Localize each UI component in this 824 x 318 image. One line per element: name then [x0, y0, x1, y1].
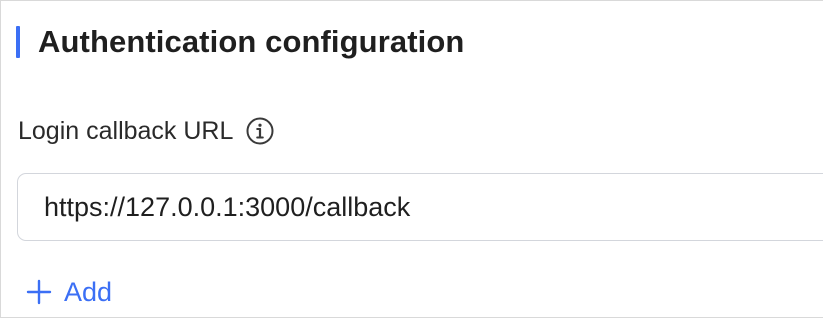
section-header: Authentication configuration: [16, 23, 464, 61]
login-callback-url-field: [17, 173, 823, 241]
login-callback-label: Login callback URL: [18, 116, 234, 145]
section-accent-bar: [16, 26, 20, 58]
login-callback-url-input[interactable]: [18, 174, 823, 240]
add-button-label: Add: [64, 276, 113, 307]
auth-config-panel: Authentication configuration Login callb…: [0, 0, 823, 318]
add-callback-url-button[interactable]: Add: [26, 273, 112, 311]
plus-icon: [26, 279, 52, 305]
info-icon[interactable]: [245, 116, 275, 146]
login-callback-label-row: Login callback URL: [18, 113, 275, 149]
info-circle-icon: [246, 117, 274, 145]
section-title: Authentication configuration: [38, 24, 465, 59]
